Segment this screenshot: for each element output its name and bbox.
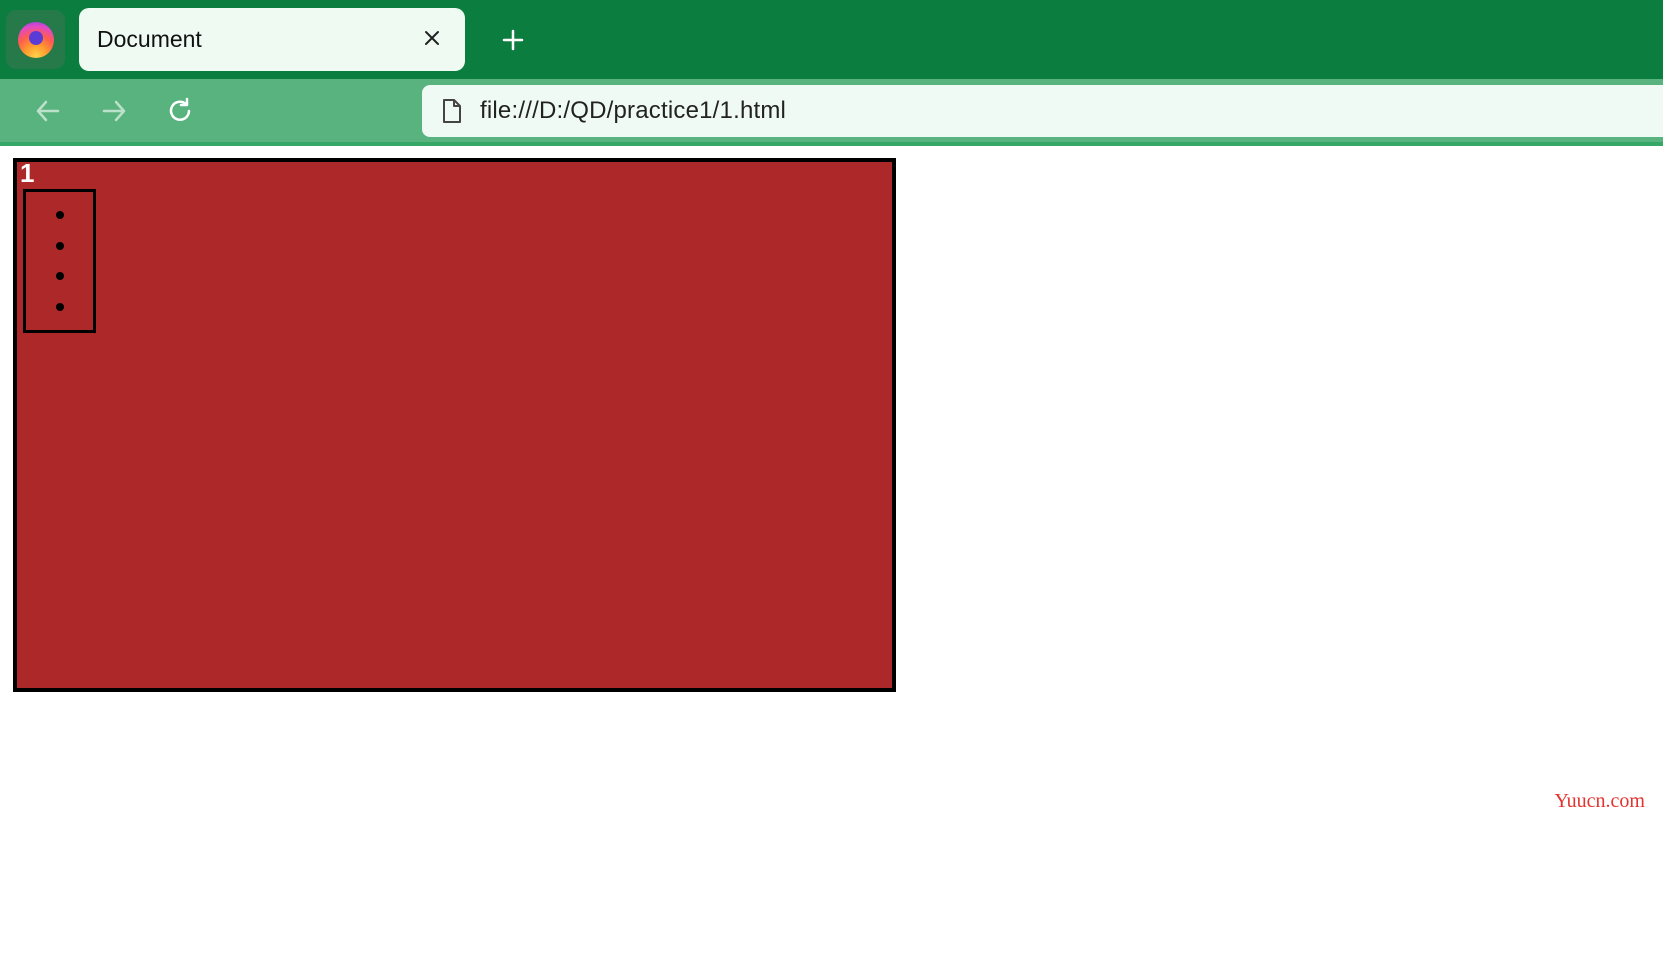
inner-list-box [23,189,96,333]
list-item [56,242,64,250]
arrow-right-icon [99,96,129,126]
back-button[interactable] [24,87,72,135]
browser-tab[interactable]: Document [79,8,465,71]
list-item [56,303,64,311]
tab-strip: Document [0,0,1663,79]
tab-title: Document [97,26,417,53]
new-tab-button[interactable] [493,20,533,60]
outer-box: 1 [13,158,896,692]
close-tab-button[interactable] [417,27,447,53]
address-bar[interactable]: file:///D:/QD/practice1/1.html [422,85,1663,137]
reload-button[interactable] [156,87,204,135]
page-icon [440,98,462,124]
firefox-menu-button[interactable] [6,10,65,69]
arrow-left-icon [33,96,63,126]
forward-button[interactable] [90,87,138,135]
firefox-icon [18,22,54,58]
url-text: file:///D:/QD/practice1/1.html [480,97,786,125]
box-number-label: 1 [20,158,34,189]
list-item [56,211,64,219]
watermark-text: Yuucn.com [1554,790,1645,813]
list-item [56,272,64,280]
navigation-toolbar: file:///D:/QD/practice1/1.html [0,79,1663,146]
plus-icon [502,29,524,51]
reload-icon [166,97,194,125]
close-icon [423,29,441,47]
page-content: 1 Yuucn.com [0,146,1663,953]
